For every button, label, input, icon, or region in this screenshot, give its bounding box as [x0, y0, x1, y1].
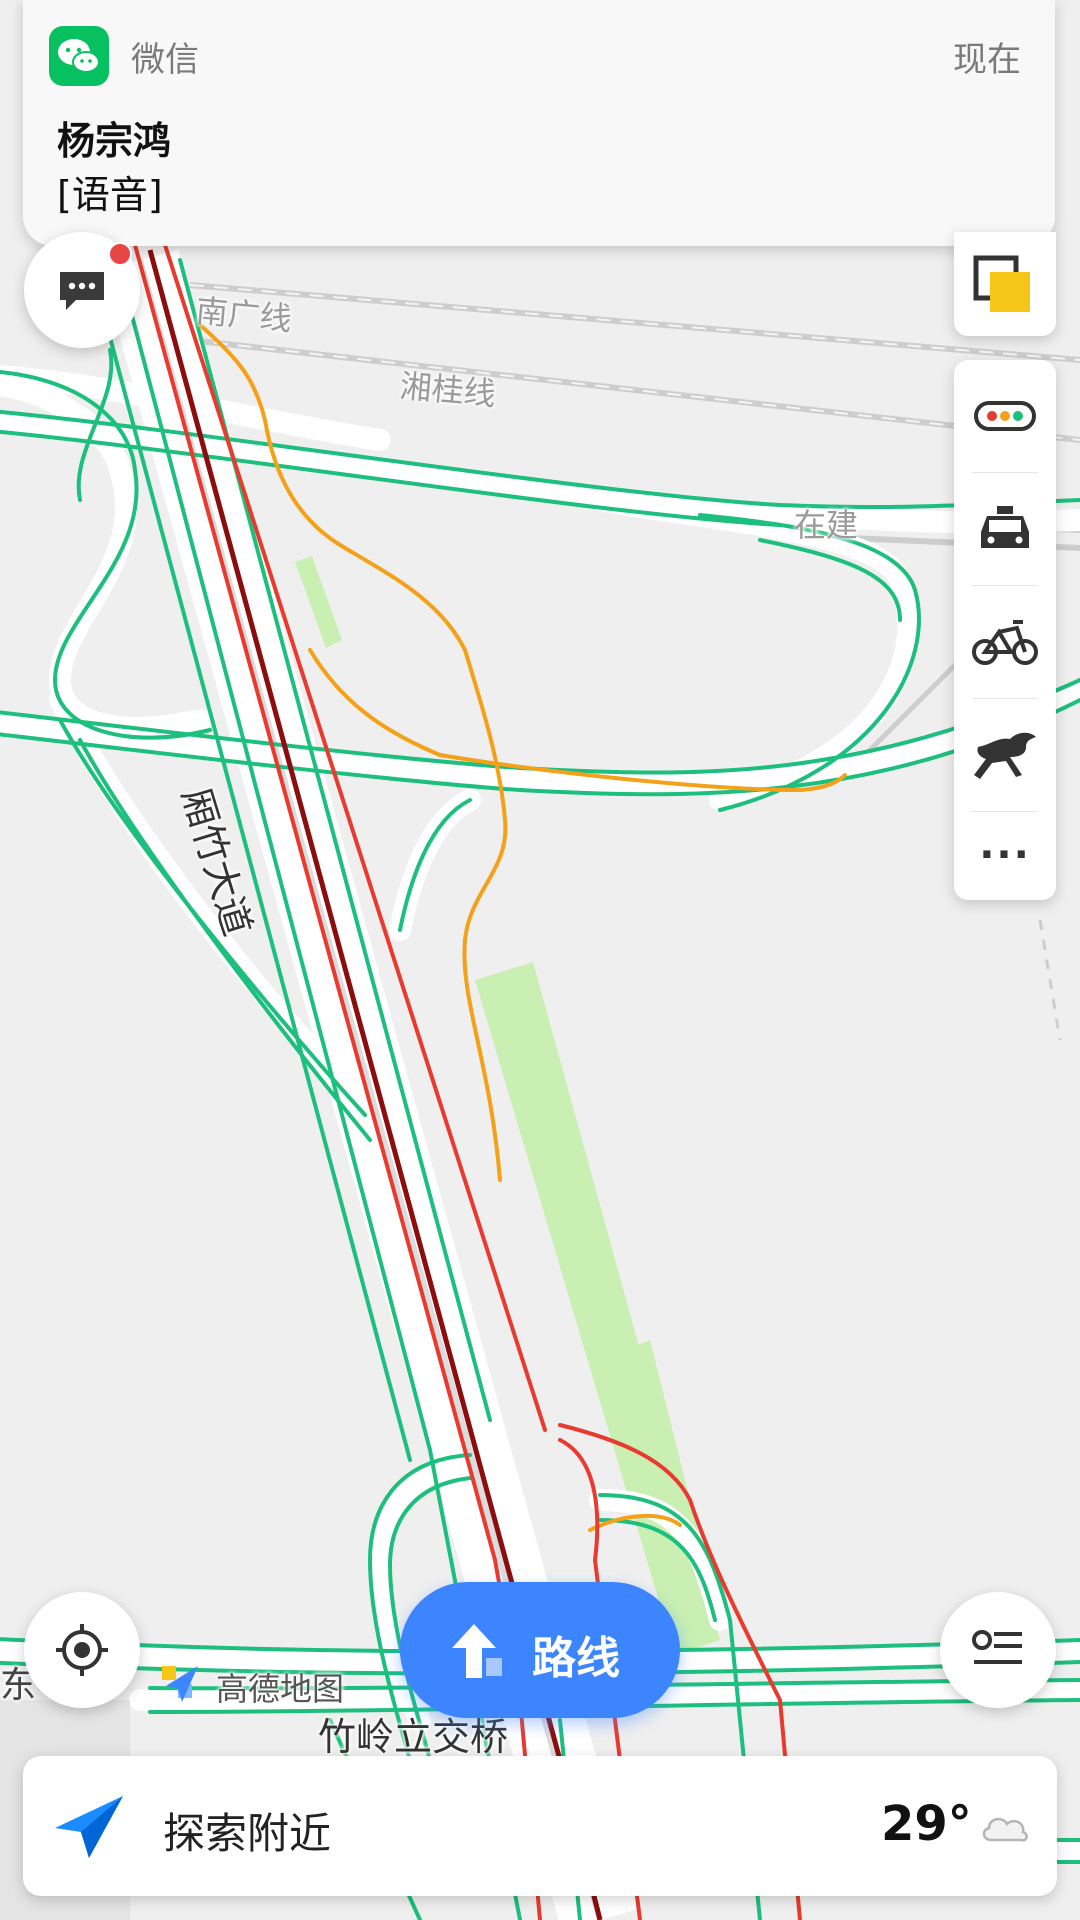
traffic-toggle-button[interactable]	[954, 360, 1056, 472]
bicycle-icon	[972, 620, 1038, 665]
more-icon: ···	[979, 832, 1031, 878]
amap-logo-icon	[156, 1660, 204, 1704]
route-button-label: 路线	[532, 1633, 620, 1684]
train-button[interactable]	[954, 699, 1056, 811]
map-tools-panel: ···	[954, 360, 1056, 900]
cloud-icon	[982, 1817, 1028, 1842]
temperature: 29°	[881, 1796, 972, 1852]
unread-dot	[108, 242, 132, 266]
locate-button[interactable]	[24, 1592, 140, 1708]
route-button[interactable]: 路线	[400, 1582, 680, 1718]
amap-watermark: 高德地图	[216, 1670, 345, 1708]
explore-nearby-label: 探索附近	[163, 1809, 332, 1858]
notification-time: 现在	[953, 40, 1021, 80]
railway-label-xianggui: 湘桂线	[398, 366, 498, 414]
more-button[interactable]: ···	[954, 810, 1056, 900]
chat-bubble-icon	[60, 272, 104, 310]
explore-nearby-bar[interactable]: 探索附近 29°	[23, 1756, 1057, 1896]
layers-icon	[973, 255, 1030, 312]
notification-sender: 杨宗鸿	[57, 119, 172, 163]
notification-message: [语音]	[57, 173, 163, 217]
taxi-button[interactable]	[954, 473, 1056, 585]
construction-label: 在建	[794, 506, 859, 544]
notification-app-name: 微信	[131, 40, 199, 80]
crosshair-icon	[56, 1624, 108, 1676]
navigation-arrow-icon	[55, 1796, 123, 1858]
taxi-icon	[981, 506, 1029, 548]
poi-list-icon	[972, 1630, 1022, 1664]
bike-button[interactable]	[954, 586, 1056, 698]
wechat-notification[interactable]: 微信 现在 杨宗鸿 [语音]	[23, 0, 1055, 246]
list-view-button[interactable]	[940, 1592, 1056, 1708]
horse-icon	[974, 732, 1036, 779]
message-button[interactable]	[24, 232, 140, 348]
traffic-light-icon	[974, 401, 1036, 431]
arrow-up-icon	[452, 1624, 502, 1678]
layers-button[interactable]	[954, 232, 1056, 336]
wechat-icon	[49, 26, 109, 86]
railway-label-nanguang: 南广线	[194, 291, 294, 339]
